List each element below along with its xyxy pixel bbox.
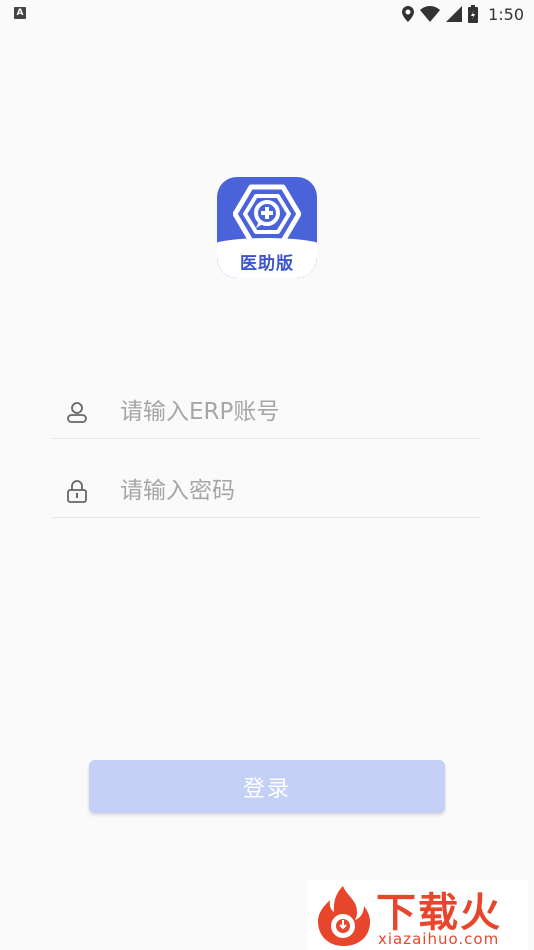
lock-icon (53, 479, 101, 503)
wifi-icon (420, 6, 441, 22)
password-input[interactable] (118, 477, 462, 505)
signal-icon (446, 6, 463, 22)
watermark-domain: xiazaihuo.com (378, 930, 500, 948)
flame-logo-icon (318, 886, 371, 946)
login-button[interactable]: 登录 (89, 760, 445, 813)
status-time: 1:50 (488, 4, 524, 24)
status-bar: A 1:50 (0, 0, 534, 28)
password-row (53, 465, 480, 518)
status-badge: A (14, 7, 26, 19)
username-input[interactable] (118, 398, 462, 426)
medical-hexagon-icon (233, 184, 301, 244)
status-icons: 1:50 (402, 3, 524, 25)
app-logo: 医助版 (217, 177, 317, 278)
battery-icon (468, 5, 479, 23)
location-icon (402, 6, 415, 22)
watermark: 下载火 xiazaihuo.com (308, 880, 528, 950)
logo-brand-text: 医助版 (240, 254, 294, 274)
user-icon (53, 400, 101, 424)
username-row (53, 386, 480, 439)
